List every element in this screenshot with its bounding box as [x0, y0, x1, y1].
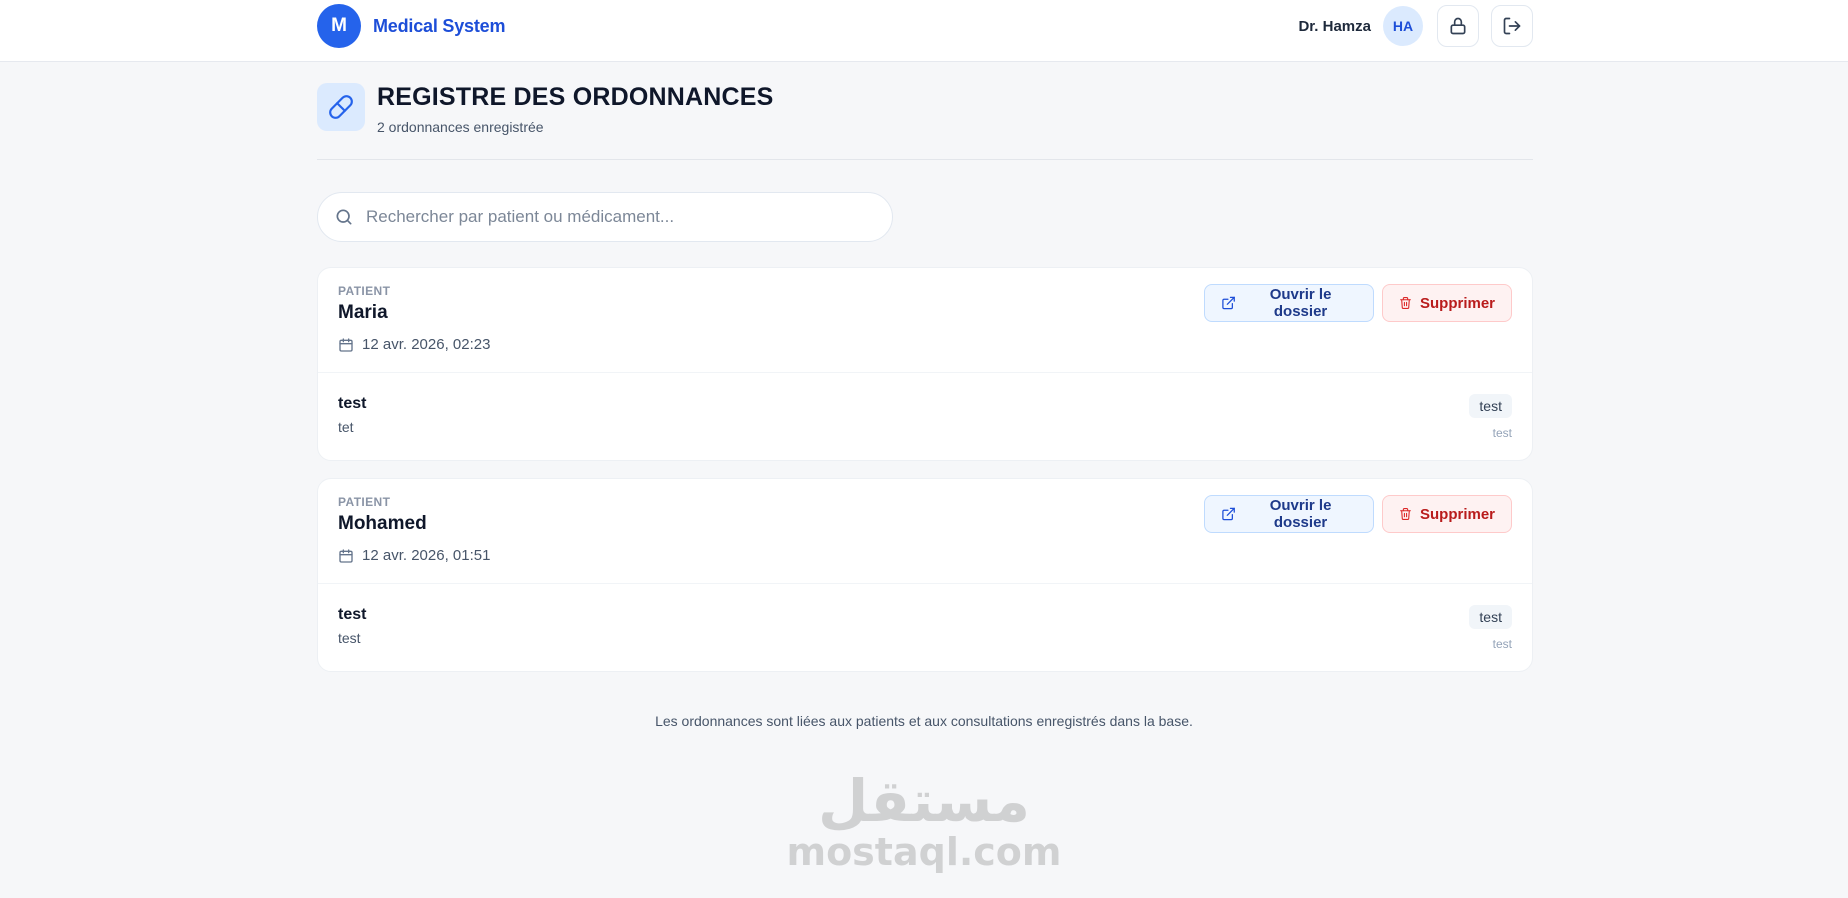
- prescription-date: 12 avr. 2026, 02:23: [338, 336, 490, 353]
- card-divider: [318, 583, 1532, 584]
- pill-icon: [329, 95, 353, 119]
- search-icon: [336, 209, 352, 225]
- patient-name: Mohamed: [338, 513, 427, 534]
- page-title: REGISTRE DES ORDONNANCES: [377, 83, 774, 111]
- delete-button[interactable]: Supprimer: [1382, 495, 1512, 533]
- prescription-card: PATIENT Mohamed 12 avr. 2026, 01:51 Ouvr…: [317, 478, 1533, 672]
- card-actions: Ouvrir le dossier Supprimer: [1204, 495, 1512, 533]
- page-header-text: REGISTRE DES ORDONNANCES 2 ordonnances e…: [377, 83, 774, 159]
- card-header: PATIENT Mohamed 12 avr. 2026, 01:51: [338, 495, 490, 564]
- watermark-arabic: مستقل: [817, 767, 1031, 835]
- logout-icon: [1503, 17, 1521, 35]
- open-record-label: Ouvrir le dossier: [1269, 286, 1332, 320]
- search-input[interactable]: [366, 207, 846, 227]
- trash-icon: [1400, 297, 1411, 309]
- calendar-icon: [339, 337, 353, 352]
- external-link-icon: [1222, 507, 1235, 521]
- calendar-icon: [339, 548, 353, 563]
- medication-name: test: [338, 606, 367, 623]
- user-name: Dr. Hamza: [1298, 17, 1371, 35]
- avatar[interactable]: HA: [1383, 6, 1423, 46]
- delete-label: Supprimer: [1419, 505, 1495, 523]
- prescription-date-text: 12 avr. 2026, 02:23: [362, 336, 491, 353]
- top-bar-content: M Medical System Dr. Hamza HA: [317, 0, 1533, 52]
- watermark-logo: مستقل mostaql.com: [786, 767, 1061, 880]
- logout-button[interactable]: [1491, 5, 1533, 47]
- top-bar: M Medical System Dr. Hamza HA: [0, 0, 1848, 62]
- medication-tag-sub: test: [1492, 637, 1512, 651]
- delete-button[interactable]: Supprimer: [1382, 284, 1512, 322]
- card-actions: Ouvrir le dossier Supprimer: [1204, 284, 1512, 322]
- pill-icon-badge: [317, 83, 365, 131]
- watermark-latin: mostaql.com: [786, 830, 1062, 874]
- medication-tag: test: [1469, 394, 1512, 418]
- card-header: PATIENT Maria 12 avr. 2026, 02:23: [338, 284, 490, 353]
- card-divider: [318, 372, 1532, 373]
- medication-tag-sub: test: [1492, 426, 1512, 440]
- open-record-button[interactable]: Ouvrir le dossier: [1204, 284, 1374, 322]
- lock-icon: [1450, 17, 1466, 35]
- patient-label: PATIENT: [338, 284, 391, 298]
- brand-name: Medical System: [373, 15, 506, 36]
- open-record-label: Ouvrir le dossier: [1269, 497, 1332, 531]
- medication-name: test: [338, 395, 367, 412]
- page-header: REGISTRE DES ORDONNANCES 2 ordonnances e…: [317, 83, 1533, 160]
- trash-icon: [1400, 508, 1411, 520]
- medication-detail: test: [338, 630, 361, 646]
- prescription-date-text: 12 avr. 2026, 01:51: [362, 547, 491, 564]
- medication-tag: test: [1469, 605, 1512, 629]
- patient-label: PATIENT: [338, 495, 391, 509]
- prescription-card: PATIENT Maria 12 avr. 2026, 02:23 Ouvrir…: [317, 267, 1533, 461]
- user-area: Dr. Hamza HA: [1298, 5, 1533, 47]
- open-record-button[interactable]: Ouvrir le dossier: [1204, 495, 1374, 533]
- lock-button[interactable]: [1437, 5, 1479, 47]
- delete-label: Supprimer: [1419, 294, 1495, 312]
- footer-note: Les ordonnances sont liées aux patients …: [655, 713, 1193, 729]
- brand-logo: M: [317, 4, 361, 48]
- medication-detail: tet: [338, 419, 354, 435]
- search-box: [317, 192, 893, 242]
- brand[interactable]: M Medical System: [317, 4, 505, 48]
- page-subtitle: 2 ordonnances enregistrée: [377, 119, 544, 135]
- prescription-date: 12 avr. 2026, 01:51: [338, 547, 490, 564]
- patient-name: Maria: [338, 302, 388, 323]
- external-link-icon: [1222, 296, 1235, 310]
